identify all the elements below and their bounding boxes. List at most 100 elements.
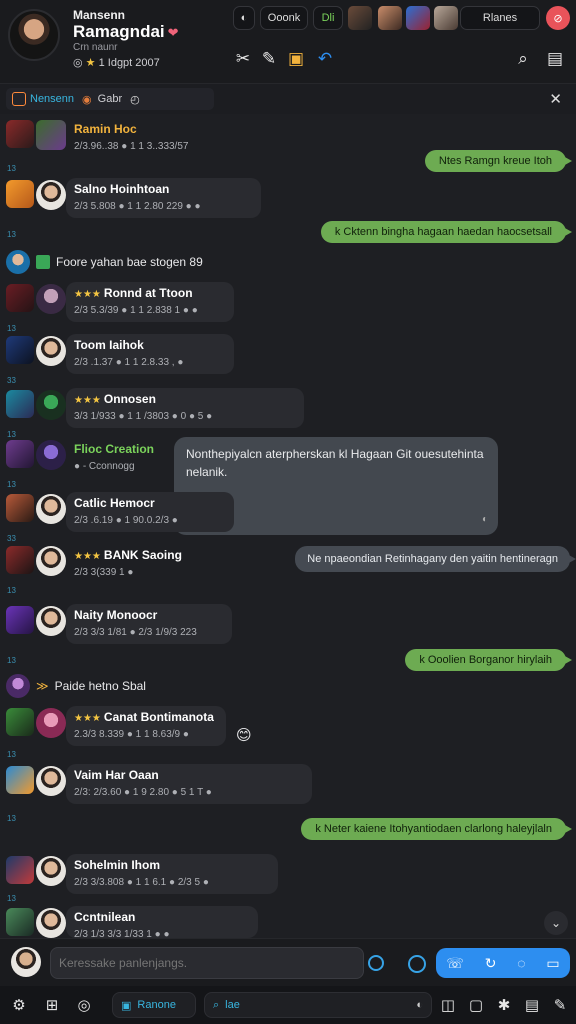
rank-icon: ≫ — [36, 679, 49, 693]
grid-icon[interactable]: ⊞ — [42, 995, 62, 1015]
stars-icon: ★★★ — [74, 289, 101, 300]
settings-icon[interactable]: ▤ — [542, 46, 568, 72]
profile-status: ◎ ★ 1 Idgpt 2007 — [73, 57, 160, 69]
incoming-message[interactable]: Ne npaeondian Retinhagany den yaitin hen… — [295, 546, 576, 572]
game-icon — [6, 546, 34, 574]
game-icon — [36, 120, 66, 150]
message-icons — [6, 180, 68, 210]
clock-icon: ◴ — [130, 93, 140, 106]
chat-icon[interactable]: ◌ — [517, 955, 525, 971]
message-icons — [6, 546, 68, 576]
message-card[interactable]: ★★★ Onnosen 3/3 1/933 ● 1 1 /3803 ● 0 ● 5… — [66, 388, 304, 428]
avatar — [6, 674, 30, 698]
message-card[interactable]: Naity Monoocr 2/3 3/3 1/81 ● 2/3 1/9/3 2… — [66, 604, 232, 644]
outgoing-message[interactable]: Ntes Ramgn kreue Itoh — [424, 150, 573, 172]
toggle-icon: ◐ — [416, 999, 423, 1011]
outgoing-message[interactable]: k Neter kaiene Itohyantiodaen clarlong h… — [301, 818, 572, 840]
list-item[interactable]: ≫ Paide hetno Sbal — [6, 672, 146, 700]
member-avatar[interactable] — [406, 6, 430, 30]
message-icons — [6, 606, 68, 636]
emoji-icon: 😊 — [236, 727, 252, 744]
edit-icon[interactable]: ✎ — [256, 46, 282, 72]
tools-icon[interactable]: ✂ — [230, 46, 256, 72]
message-card[interactable]: Sohelmin Ihom 2/3 3/3.808 ● 1 1 6.1 ● 2/… — [66, 854, 278, 894]
search-icon[interactable]: ⌕ — [510, 46, 536, 72]
message-input[interactable] — [50, 947, 364, 979]
header-pill-three[interactable]: Rlanes — [460, 6, 540, 30]
chat-area[interactable]: Ramin Hoc 2/3.96..38 ● 1 1 3..333/57 13 … — [0, 114, 576, 940]
emoji-icon[interactable] — [368, 955, 384, 971]
close-icon[interactable]: ✕ — [549, 90, 562, 108]
message-icons — [6, 440, 68, 470]
scroll-down-icon[interactable]: ⌄ — [544, 911, 568, 935]
message-icons — [6, 766, 68, 796]
member-avatar[interactable] — [434, 6, 458, 30]
avatar — [36, 606, 66, 636]
send-actions: ☏ ↻ ◌ ▭ — [436, 948, 570, 978]
home-icon[interactable]: ⚙ — [9, 995, 29, 1015]
avatar — [36, 494, 66, 524]
flag-icon — [36, 255, 50, 269]
game-icon — [6, 440, 34, 468]
game-icon — [6, 606, 34, 634]
member-avatar[interactable] — [378, 6, 402, 30]
avatar — [36, 908, 66, 938]
inbox-icon[interactable]: ▤ — [522, 995, 542, 1015]
pinned-bar: Nensenn ◉ Gabr ◴ ✕ — [0, 84, 576, 114]
outgoing-message[interactable]: k Ooolien Borganor hirylaih — [405, 649, 572, 671]
avatar — [36, 336, 66, 366]
profile-avatar[interactable] — [8, 9, 60, 61]
message-card[interactable]: ★★★ Canat Bontimanota 2.3/3 8.339 ● 1 1 8… — [66, 706, 226, 746]
message-card[interactable]: Flioc Creation ● - Cconnogg — [66, 438, 174, 478]
settings-gear-icon[interactable]: ✱ — [494, 995, 514, 1015]
my-avatar[interactable] — [11, 947, 41, 977]
message-icons — [6, 856, 68, 886]
tab-ranone[interactable]: ▣ Ranone — [112, 992, 196, 1018]
attach-icon[interactable] — [408, 955, 426, 973]
message-icon[interactable]: ▭ — [546, 955, 559, 972]
toggle-icon[interactable]: ◐ — [233, 6, 255, 30]
stars-icon: ★★★ — [74, 713, 101, 724]
avatar — [36, 390, 66, 420]
message-composer: ☏ ↻ ◌ ▭ — [0, 938, 576, 986]
voice-call-icon[interactable]: ☏ — [446, 955, 464, 972]
search-icon: ⌕ — [213, 998, 220, 1011]
avatar — [36, 180, 66, 210]
outgoing-message[interactable]: k Cktenn bingha hagaan haedan haocsetsal… — [320, 221, 573, 243]
message-card[interactable]: ★★★ Ronnd at Ttoon 2/3 5.3/39 ● 1 1 2.838… — [66, 282, 234, 322]
call-icon[interactable]: ↶ — [312, 46, 338, 72]
list-item[interactable]: Foore yahan bae stogen 89 — [6, 248, 203, 276]
gift-icon[interactable]: ▣ — [283, 46, 309, 72]
message-card[interactable]: ★★★ BANK Saoing 2/3 3(339 1 ● — [66, 544, 186, 584]
profile-subtitle: Crn naunr — [73, 42, 118, 53]
game-icon — [6, 180, 34, 208]
message-card[interactable]: Toom Iaihok 2/3 .1.37 ● 1 1 2.8.33 , ● — [66, 334, 234, 374]
edit-square-icon[interactable]: ✎ — [550, 995, 570, 1015]
game-icon — [6, 908, 34, 936]
avatar — [36, 546, 66, 576]
game-icon — [6, 856, 34, 884]
message-card[interactable]: Catlic Hemocr 2/3 .6.19 ● 1 90.0.2/3 ● — [66, 492, 234, 532]
avatar — [36, 766, 66, 796]
message-icons — [6, 908, 68, 938]
compass-icon[interactable]: ◎ — [74, 995, 94, 1015]
header-pill-two[interactable]: Dli — [313, 6, 343, 30]
tab-search[interactable]: ⌕ lae ◐ — [204, 992, 432, 1018]
message-card[interactable]: Ccntnilean 2/3 1/3 3/3 1/33 1 ● ● — [66, 906, 258, 940]
message-icons — [6, 390, 68, 420]
message-card[interactable]: Vaim Har Oaan 2/3: 2/3.60 ● 1 9 2.80 ● 5… — [66, 764, 312, 804]
message-card[interactable]: Ramin Hoc 2/3.96..38 ● 1 1 3..333/57 — [66, 118, 216, 158]
close-circle-icon[interactable]: ⊘ — [546, 6, 570, 30]
message-card[interactable]: Salno Hoinhtoan 2/3 5.808 ● 1 1 2.80 229… — [66, 178, 261, 218]
pinned-message[interactable]: Nensenn ◉ Gabr ◴ — [6, 88, 214, 110]
pin-icon — [12, 92, 26, 106]
camera-icon[interactable]: ◫ — [438, 995, 458, 1015]
game-icon — [6, 708, 34, 736]
chat-bubble-icon[interactable]: ▢ — [466, 995, 486, 1015]
game-icon — [6, 284, 34, 312]
refresh-icon[interactable]: ↻ — [485, 955, 497, 972]
read-receipt-icon: ◐ — [481, 514, 488, 525]
star-icon: ★ — [85, 57, 96, 69]
header-pill-one[interactable]: Ooonk — [260, 6, 308, 30]
member-avatar[interactable] — [348, 6, 372, 30]
